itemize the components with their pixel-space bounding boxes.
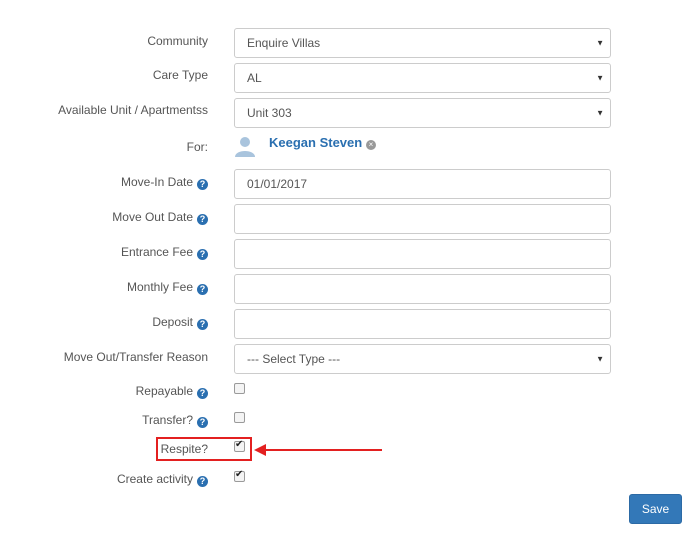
question-circle-icon[interactable]: ? [197,417,208,428]
care-type-label: Care Type [152,68,208,82]
transfer-label-text: Transfer? [142,413,193,427]
move-out-reason-select[interactable]: --- Select Type --- ▼ [234,344,611,374]
question-circle-icon[interactable]: ? [197,388,208,399]
repayable-label-text: Repayable [135,384,193,398]
person-icon [235,137,255,157]
annotation-arrow [254,444,382,456]
monthly-fee-input[interactable] [234,274,611,304]
annotation-highlight-box [156,437,252,461]
deposit-input[interactable] [234,309,611,339]
caret-down-icon: ▼ [596,108,604,118]
move-out-date-label: Move Out Date? [112,210,208,225]
move-in-date-label: Move-In Date? [121,175,208,190]
question-circle-icon[interactable]: ? [197,179,208,190]
caret-down-icon: ▼ [596,354,604,364]
question-circle-icon[interactable]: ? [197,249,208,260]
create-activity-checkbox[interactable] [234,469,245,482]
caret-down-icon: ▼ [596,73,604,83]
transfer-checkbox[interactable] [234,412,245,423]
repayable-checkbox[interactable] [234,383,245,394]
move-out-date-input[interactable] [234,204,611,234]
deposit-label: Deposit? [152,315,208,330]
question-circle-icon[interactable]: ? [197,319,208,330]
for-label: For: [186,140,208,154]
move-in-date-value: 01/01/2017 [247,177,308,191]
create-activity-label-text: Create activity [116,472,193,486]
community-select[interactable]: Enquire Villas ▼ [234,28,611,58]
community-value: Enquire Villas [247,36,321,50]
move-in-date-input[interactable]: 01/01/2017 [234,169,611,199]
resident-name-link[interactable]: Keegan Steven [269,135,362,150]
save-button[interactable]: Save [629,494,682,524]
care-type-select[interactable]: AL ▼ [234,63,611,93]
question-circle-icon[interactable]: ? [197,284,208,295]
remove-x-icon[interactable]: × [366,140,376,150]
care-type-value: AL [247,71,262,85]
monthly-fee-label-text: Monthly Fee [126,280,193,294]
unit-select[interactable]: Unit 303 ▼ [234,98,611,128]
deposit-label-text: Deposit [152,315,193,329]
move-in-date-label-text: Move-In Date [120,175,193,189]
monthly-fee-label: Monthly Fee? [127,280,208,295]
move-out-reason-label: Move Out/Transfer Reason [63,350,208,364]
transfer-label: Transfer?? [142,413,208,428]
create-activity-label: Create activity? [117,472,208,487]
move-out-reason-value: --- Select Type --- [247,352,341,366]
community-label: Community [147,34,208,48]
repayable-label: Repayable? [136,384,208,399]
question-circle-icon[interactable]: ? [197,214,208,225]
unit-value: Unit 303 [247,106,292,120]
entrance-fee-input[interactable] [234,239,611,269]
caret-down-icon: ▼ [596,38,604,48]
entrance-fee-label: Entrance Fee? [121,245,208,260]
move-out-date-label-text: Move Out Date [112,210,193,224]
question-circle-icon[interactable]: ? [197,476,208,487]
unit-label: Available Unit / Apartmentss [58,103,208,117]
entrance-fee-label-text: Entrance Fee [120,245,193,259]
